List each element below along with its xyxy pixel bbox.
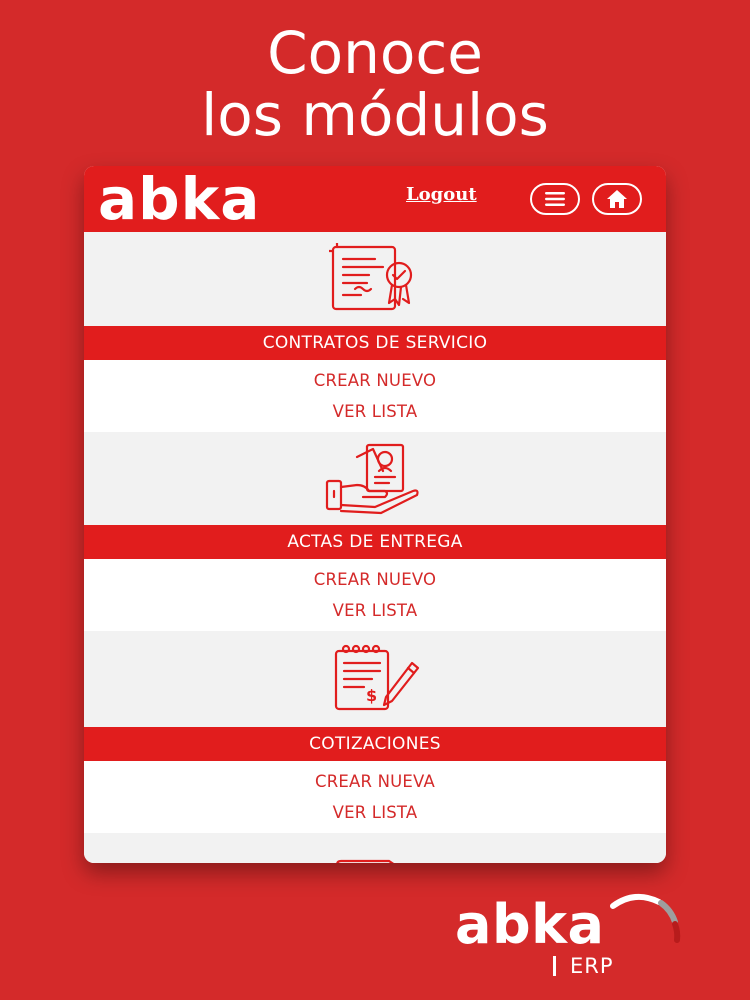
module-icon-area (84, 232, 666, 326)
quotation-notepad-icon: $ (334, 644, 420, 711)
module-title: COTIZACIONES (84, 727, 666, 761)
contract-certificate-icon (329, 243, 413, 311)
app-logo[interactable]: abka (98, 168, 260, 230)
list-contracts-link[interactable]: VER LISTA (333, 402, 418, 421)
document-icon (336, 859, 394, 863)
module-links: CREAR NUEVO VER LISTA (84, 360, 666, 432)
headline-line-1: Conoce (267, 19, 483, 87)
headline: Conoce los módulos (0, 22, 750, 146)
logout-link[interactable]: Logout (406, 184, 477, 205)
create-delivery-link[interactable]: CREAR NUEVO (314, 570, 436, 589)
module-icon-area (84, 432, 666, 525)
module-title: CONTRATOS DE SERVICIO (84, 326, 666, 360)
brand-sub-label: ERP (553, 956, 614, 977)
gauge-swoosh-icon (610, 893, 681, 943)
brand-logo-text: abka (455, 893, 605, 956)
home-button[interactable] (592, 183, 642, 215)
app-screen: abka Logout CONTRATOS DE SERVICIO CREAR … (84, 166, 666, 863)
module-title: ACTAS DE ENTREGA (84, 525, 666, 559)
module-links: CREAR NUEVA VER LISTA (84, 761, 666, 833)
module-icon-area (84, 833, 666, 863)
brand-logo: abka ERP (455, 893, 685, 986)
list-quotations-link[interactable]: VER LISTA (333, 803, 418, 822)
create-contract-link[interactable]: CREAR NUEVO (314, 371, 436, 390)
list-deliveries-link[interactable]: VER LISTA (333, 601, 418, 620)
home-icon (607, 190, 627, 208)
module-links: CREAR NUEVO VER LISTA (84, 559, 666, 631)
create-quotation-link[interactable]: CREAR NUEVA (315, 772, 435, 791)
module-icon-area: $ (84, 631, 666, 727)
app-header: abka Logout (84, 166, 666, 232)
hamburger-menu-icon (545, 192, 565, 206)
headline-line-2: los módulos (201, 81, 549, 149)
menu-button[interactable] (530, 183, 580, 215)
svg-text:$: $ (366, 686, 377, 705)
delivery-handover-icon (325, 443, 419, 514)
